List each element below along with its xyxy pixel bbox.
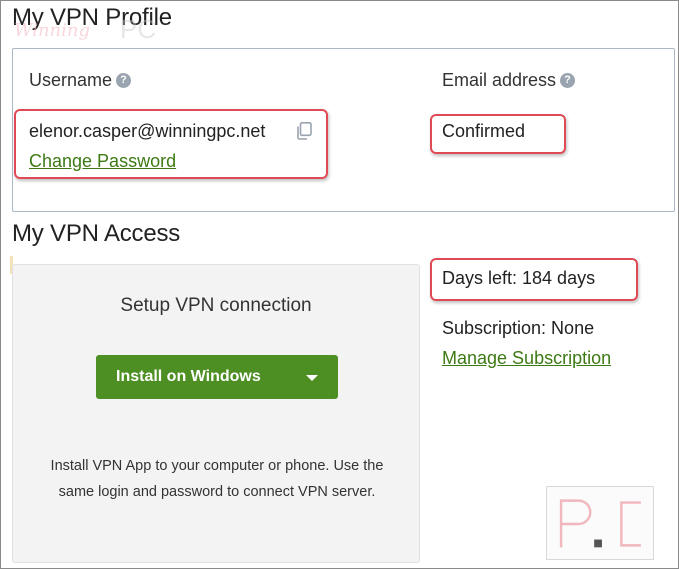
setup-vpn-card: Setup VPN connection Install on Windows …: [12, 264, 420, 563]
question-circle-icon[interactable]: ?: [116, 73, 132, 88]
manage-subscription-link[interactable]: Manage Subscription: [442, 348, 611, 369]
caret-down-icon[interactable]: [306, 375, 318, 381]
email-label-text: Email address: [442, 70, 557, 90]
install-windows-button[interactable]: Install on Windows: [96, 355, 338, 399]
access-heading: My VPN Access: [12, 220, 181, 247]
copy-icon[interactable]: [296, 122, 312, 140]
email-status: Confirmed: [442, 121, 526, 141]
username-value: elenor.casper@winningpc.net: [29, 121, 266, 141]
days-left: Days left: 184 days: [442, 268, 596, 288]
setup-description: Install VPN App to your computer or phon…: [50, 458, 384, 500]
pc-corner-watermark-logo: [546, 486, 654, 560]
username-label: Username?: [29, 70, 132, 91]
install-button-label: Install on Windows: [116, 368, 261, 385]
change-password-link[interactable]: Change Password: [29, 151, 176, 172]
profile-panel: Username? Email address? elenor.casper@w…: [12, 48, 675, 212]
username-label-text: Username: [29, 70, 113, 90]
question-circle-icon[interactable]: ?: [560, 73, 576, 88]
profile-heading: My VPN Profile: [12, 4, 172, 31]
email-label: Email address?: [442, 70, 576, 91]
subscription-status: Subscription: None: [442, 318, 595, 338]
setup-title: Setup VPN connection: [120, 295, 312, 316]
